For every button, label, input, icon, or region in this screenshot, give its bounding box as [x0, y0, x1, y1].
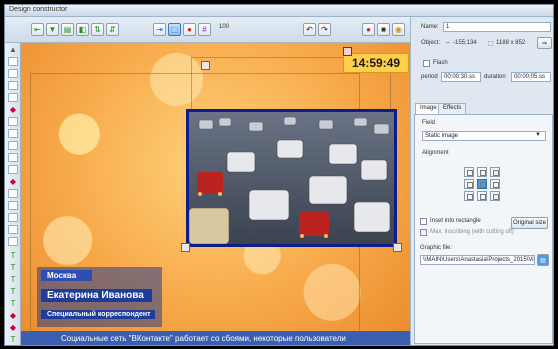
text-tool-icon[interactable]: Т [8, 335, 18, 344]
align-left-icon[interactable]: ⇤ [31, 23, 44, 36]
align-middle-right[interactable] [490, 179, 500, 189]
layer-slot[interactable] [8, 153, 18, 162]
size-icon: ⬚ [488, 41, 494, 47]
duration-label: duration [484, 74, 506, 80]
color-icon[interactable]: ● [183, 23, 196, 36]
arrange-icon[interactable]: ▤ [61, 23, 74, 36]
layers-icon[interactable]: ◧ [76, 23, 89, 36]
layer-slot[interactable] [8, 189, 18, 198]
window-title: Design constructor [9, 6, 68, 13]
resize-handle[interactable] [201, 61, 210, 70]
text-tool-icon[interactable]: Т [8, 287, 18, 296]
resize-handle[interactable] [181, 243, 190, 252]
original-size-button[interactable]: Original size [511, 217, 548, 229]
text-tool-icon[interactable]: Т [8, 275, 18, 284]
flash-label: Flash [433, 60, 448, 66]
layer-slot[interactable] [8, 237, 18, 246]
position-icon: ⇔ [445, 40, 451, 46]
distribute-vertical-icon[interactable]: ⇵ [106, 23, 119, 36]
undo-icon[interactable]: ↶ [303, 23, 316, 36]
inset-checkbox[interactable] [420, 218, 427, 225]
layer-slot[interactable] [8, 225, 18, 234]
inset-label: Inset into rectangle [430, 218, 481, 224]
object-icon[interactable]: ◆ [8, 323, 18, 332]
properties-panel: Name: 1 Object: ⇔ -155;134 ⬚ 1188 x 852 … [410, 17, 553, 345]
traffic-image [189, 112, 394, 244]
redo-icon[interactable]: ↷ [318, 23, 331, 36]
object-size: 1188 x 852 [496, 40, 526, 46]
name-label: Name: [421, 24, 439, 30]
object-icon[interactable]: ◆ [8, 311, 18, 320]
layer-slot[interactable] [8, 213, 18, 222]
person-name-title[interactable]: Екатерина Иванова [41, 289, 152, 302]
layer-slot[interactable] [8, 57, 18, 66]
alignment-label: Alignment [422, 150, 449, 156]
max-inscribing-checkbox[interactable] [420, 229, 427, 236]
object-label: Object: [421, 40, 441, 46]
image-tab-content: Field Static image ▼ Alignment Inset int… [414, 114, 553, 344]
tab-effects[interactable]: Effects [438, 103, 467, 114]
graphic-file-label: Graphic file: [420, 245, 453, 251]
graphic-file-path[interactable]: \\MAIN\Users\Anastasia\Projects_2015\Vid [420, 255, 535, 265]
align-top-right[interactable] [490, 167, 500, 177]
object-icon[interactable]: ◆ [8, 177, 18, 186]
zoom-value[interactable]: 100 [219, 24, 229, 30]
select-frame-icon[interactable]: ⬚ [168, 23, 181, 36]
toolbar: ⇤ ▼ ▤ ◧ ⇅ ⇵ ⇥ ⬚ ● # 100 ↶ ↷ ● ■ ◉ [5, 17, 410, 43]
align-bottom-left[interactable] [464, 191, 474, 201]
grid-icon[interactable]: # [198, 23, 211, 36]
align-bottom-center[interactable] [477, 191, 487, 201]
align-bottom-right[interactable] [490, 191, 500, 201]
period-label: period [421, 74, 438, 80]
browse-folder-icon[interactable]: ▤ [537, 254, 549, 266]
traffic-photo[interactable] [186, 109, 397, 247]
layer-slot[interactable] [8, 201, 18, 210]
layer-slot[interactable] [8, 117, 18, 126]
person-role-title[interactable]: Специальный корреспондент [41, 310, 155, 319]
max-inscribing-label: Max. inscribing (with cutting off) [430, 229, 514, 235]
align-top-left[interactable] [464, 167, 474, 177]
resize-handle[interactable] [393, 243, 402, 252]
lower-third[interactable]: Москва Екатерина Иванова Специальный кор… [37, 267, 162, 327]
layer-slot[interactable] [8, 129, 18, 138]
distribute-icon[interactable]: ⇅ [91, 23, 104, 36]
news-ticker[interactable]: Социальные сеть "ВКонтакте" работает со … [21, 331, 410, 345]
text-tool-icon[interactable]: Т [8, 299, 18, 308]
design-constructor-window: Design constructor ⇤ ▼ ▤ ◧ ⇅ ⇵ ⇥ ⬚ ● # 1… [4, 4, 554, 346]
scroll-up-icon[interactable]: ▲ [8, 45, 18, 54]
align-center[interactable] [477, 179, 487, 189]
arrow-down-icon[interactable]: ▼ [46, 23, 59, 36]
stop-icon[interactable]: ■ [377, 23, 390, 36]
text-tool-icon[interactable]: Т [8, 251, 18, 260]
align-middle-left[interactable] [464, 179, 474, 189]
left-toolbar: ▲ ◆ ◆ Т Т Т Т Т ◆ ◆ Т [5, 43, 21, 345]
layer-slot[interactable] [8, 93, 18, 102]
name-input[interactable]: 1 [443, 22, 551, 32]
layer-slot[interactable] [8, 69, 18, 78]
period-input[interactable]: 00:00:30.ss [441, 72, 481, 82]
field-label: Field [422, 120, 436, 126]
object-icon[interactable]: ◆ [8, 105, 18, 114]
apply-arrow-button[interactable]: ⇒ [537, 37, 552, 49]
duration-input[interactable]: 00:00:05.ss [511, 72, 551, 82]
record-icon[interactable]: ● [362, 23, 375, 36]
fit-icon[interactable]: ⇥ [153, 23, 166, 36]
align-top-center[interactable] [477, 167, 487, 177]
text-tool-icon[interactable]: Т [8, 263, 18, 272]
layer-slot[interactable] [8, 81, 18, 90]
design-canvas[interactable]: 14:59:49 Москва Екатерина Иванова Специа… [21, 43, 410, 345]
layer-slot[interactable] [8, 165, 18, 174]
play-icon[interactable]: ◉ [392, 23, 405, 36]
object-position: -155;134 [453, 40, 477, 46]
layer-slot[interactable] [8, 141, 18, 150]
clock[interactable]: 14:59:49 [343, 53, 409, 73]
location-title[interactable]: Москва [41, 270, 93, 281]
flash-checkbox[interactable] [423, 60, 430, 67]
chevron-down-icon[interactable]: ▼ [535, 132, 541, 138]
field-select[interactable]: Static image [422, 131, 546, 141]
object-marker-icon[interactable] [343, 47, 352, 56]
title-bar: Design constructor [5, 5, 553, 17]
